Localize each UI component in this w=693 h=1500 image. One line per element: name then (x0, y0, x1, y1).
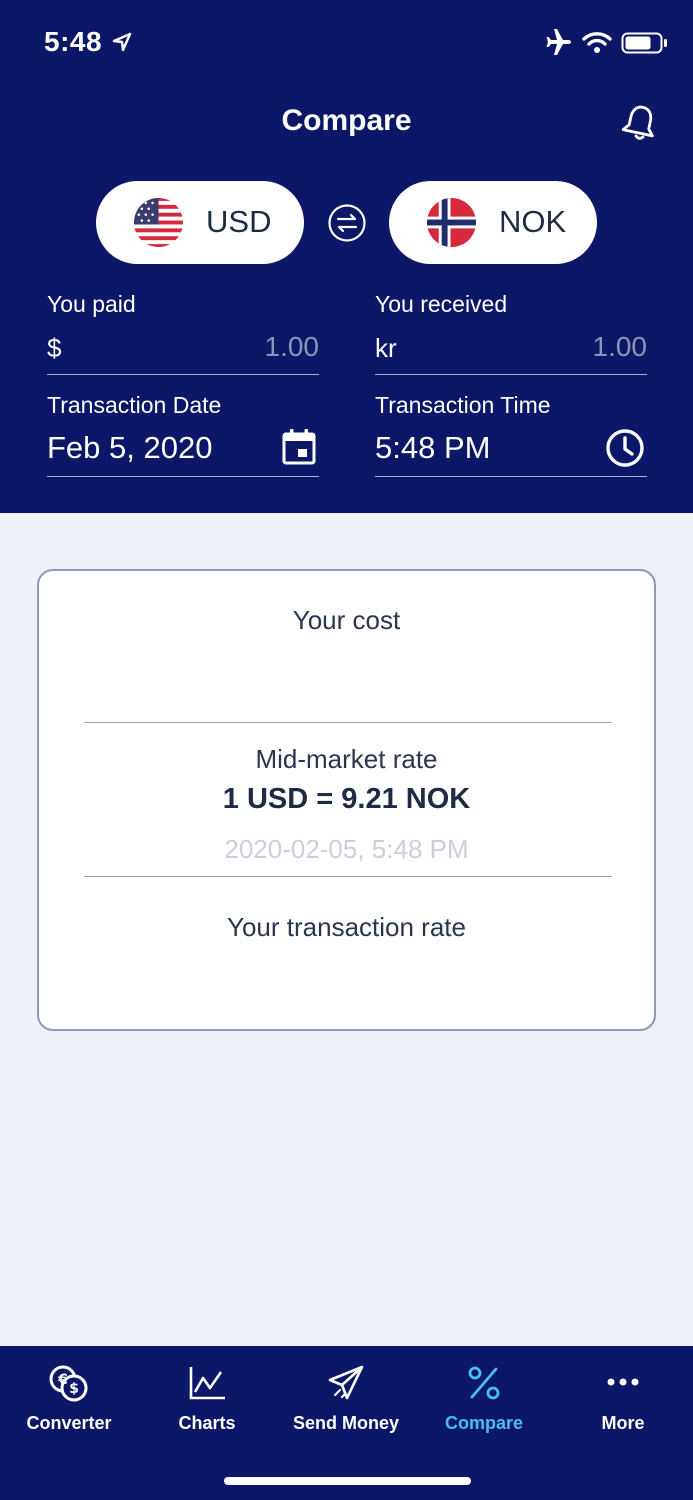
paid-amount-input[interactable]: 1.00 (265, 331, 320, 363)
received-currency-symbol: kr (375, 333, 397, 363)
paid-underline (47, 374, 319, 375)
mid-market-rate-value: 1 USD = 9.21 NOK (222, 783, 471, 815)
you-received-label: You received (375, 291, 508, 317)
status-time: 5:48 (44, 26, 103, 57)
header: 5:48 Compare USD NOK You paid $ 1.00 You… (0, 0, 693, 513)
transaction-time-value[interactable]: 5:48 PM (375, 430, 490, 466)
transaction-date-value[interactable]: Feb 5, 2020 (47, 430, 212, 466)
transaction-time-field[interactable]: Transaction Time 5:48 PM (375, 392, 647, 478)
paid-currency-symbol: $ (47, 333, 62, 363)
chart-icon (189, 1367, 225, 1400)
transaction-date-field[interactable]: Transaction Date Feb 5, 2020 (47, 392, 319, 478)
to-currency-button[interactable]: NOK (389, 181, 597, 264)
swap-currencies-icon[interactable] (327, 203, 367, 243)
date-underline (47, 476, 319, 477)
battery-icon (621, 32, 667, 54)
calendar-icon[interactable] (281, 428, 317, 466)
home-indicator[interactable] (224, 1477, 471, 1485)
svg-text:$: $ (69, 1381, 79, 1397)
your-cost-label: Your cost (292, 605, 401, 635)
tab-converter[interactable]: € $ Converter (0, 1346, 138, 1456)
transaction-date-label: Transaction Date (47, 392, 222, 418)
time-underline (375, 476, 647, 477)
from-currency-code: USD (206, 204, 272, 239)
percent-icon (468, 1366, 500, 1400)
tab-label: Charts (178, 1413, 236, 1433)
divider (84, 876, 612, 877)
mid-market-rate-label: Mid-market rate (255, 744, 438, 774)
tab-label: More (601, 1413, 645, 1433)
rate-timestamp: 2020-02-05, 5:48 PM (224, 834, 469, 864)
you-received-field[interactable]: You received kr 1.00 (375, 291, 647, 376)
from-currency-button[interactable]: USD (96, 181, 304, 264)
received-amount-input[interactable]: 1.00 (593, 331, 648, 363)
location-arrow-icon (112, 32, 132, 52)
divider (84, 722, 612, 723)
clock-icon[interactable] (605, 428, 645, 468)
comparison-card: Your cost Mid-market rate 1 USD = 9.21 N… (37, 569, 656, 1031)
status-bar: 5:48 (0, 0, 693, 90)
paper-plane-icon (328, 1365, 364, 1400)
airplane-icon (546, 29, 571, 55)
norway-flag-icon (426, 197, 477, 248)
tab-compare[interactable]: Compare (415, 1346, 553, 1456)
tab-more[interactable]: More (554, 1346, 692, 1456)
wifi-icon (582, 32, 612, 53)
to-currency-code: NOK (499, 204, 567, 239)
received-underline (375, 374, 647, 375)
us-flag-icon (133, 197, 184, 248)
you-paid-label: You paid (47, 291, 136, 317)
tab-label: Send Money (292, 1413, 399, 1433)
converter-icon: € $ (49, 1365, 88, 1402)
bell-icon[interactable] (622, 102, 658, 142)
transaction-time-label: Transaction Time (375, 392, 551, 418)
tab-label: Converter (26, 1413, 112, 1433)
tab-label: Compare (444, 1413, 524, 1433)
tab-charts[interactable]: Charts (138, 1346, 276, 1456)
tab-send-money[interactable]: Send Money (277, 1346, 415, 1456)
page-title: Compare (281, 104, 412, 137)
svg-text:€: € (57, 1372, 68, 1388)
transaction-rate-label: Your transaction rate (227, 912, 466, 942)
you-paid-field[interactable]: You paid $ 1.00 (47, 291, 319, 376)
more-dots-icon (607, 1378, 639, 1386)
